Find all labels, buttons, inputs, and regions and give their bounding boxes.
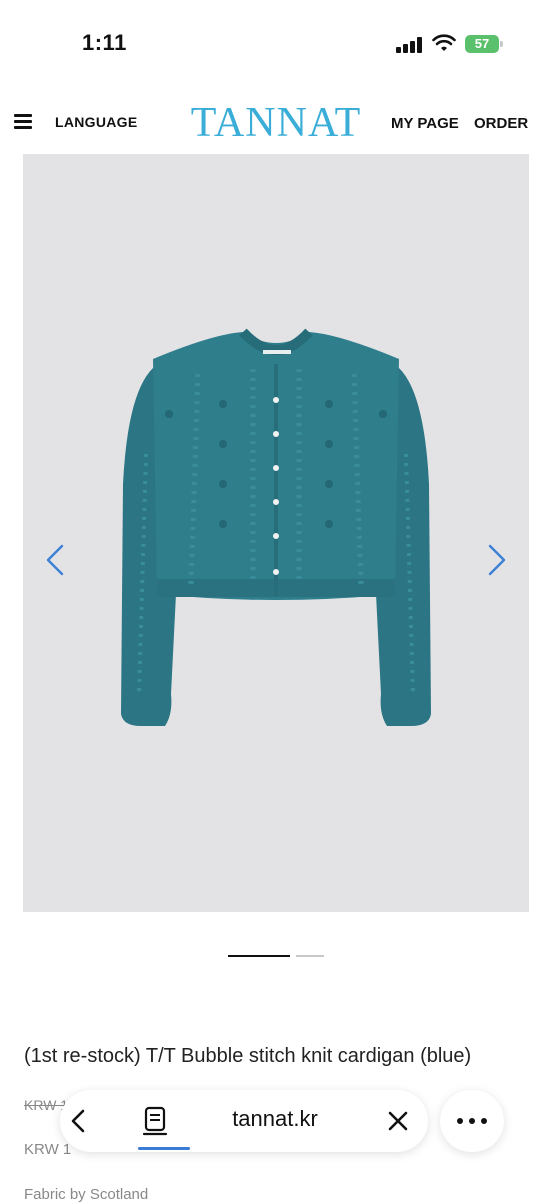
site-header: LANGUAGE TANNAT MY PAGE ORDER xyxy=(0,96,552,150)
status-time: 1:11 xyxy=(82,30,127,55)
product-image[interactable] xyxy=(23,154,529,912)
more-dots-icon xyxy=(457,1118,487,1124)
cellular-signal-icon xyxy=(396,37,424,53)
language-link[interactable]: LANGUAGE xyxy=(55,114,138,130)
wifi-icon xyxy=(432,34,456,51)
product-title: (1st re-stock) T/T Bubble stitch knit ca… xyxy=(24,1045,472,1067)
close-icon[interactable] xyxy=(384,1107,412,1135)
cardigan-illustration xyxy=(121,328,431,726)
pager-indicator[interactable] xyxy=(296,955,324,957)
status-bar: 1:11 57 xyxy=(0,0,552,80)
gallery-next-icon[interactable] xyxy=(482,540,512,580)
more-options-button[interactable] xyxy=(440,1090,504,1152)
progress-underline xyxy=(138,1147,190,1150)
gallery-prev-icon[interactable] xyxy=(40,540,70,580)
battery-icon: 57 xyxy=(465,35,499,53)
hamburger-menu-icon[interactable] xyxy=(14,114,32,130)
battery-level: 57 xyxy=(474,36,490,51)
back-icon[interactable] xyxy=(60,1090,122,1152)
reader-list-icon[interactable] xyxy=(140,1104,172,1138)
order-link[interactable]: ORDER xyxy=(474,115,528,132)
my-page-link[interactable]: MY PAGE xyxy=(391,115,459,132)
pager-indicator-active[interactable] xyxy=(228,955,290,957)
site-logo[interactable]: TANNAT xyxy=(188,100,364,146)
fabric-info: Fabric by Scotland xyxy=(24,1186,149,1203)
battery-tip xyxy=(500,41,503,47)
url-display[interactable]: tannat.kr xyxy=(204,1106,346,1132)
